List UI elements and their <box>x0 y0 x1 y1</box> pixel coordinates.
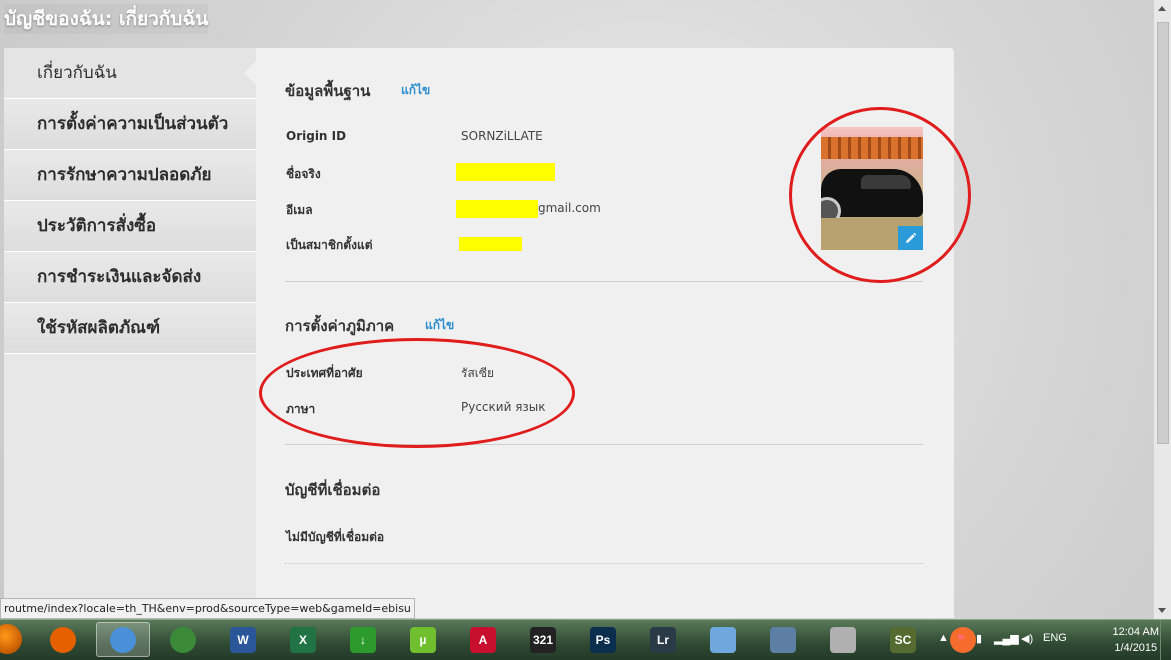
origin-id-label: Origin ID <box>286 129 347 143</box>
show-hidden-icons-icon[interactable]: ▲ <box>938 632 949 644</box>
show-desktop-button[interactable] <box>1160 620 1171 660</box>
taskbar-app-button[interactable]: Ps <box>576 622 630 657</box>
section-divider <box>285 444 923 445</box>
autocad-icon: A <box>470 626 496 653</box>
section-divider <box>285 563 923 564</box>
page-scrollbar[interactable] <box>1153 0 1171 619</box>
excel-icon: X <box>290 626 316 653</box>
firefox-icon <box>50 626 76 653</box>
origin-id-value: SORNZiLLATE <box>461 129 543 143</box>
taskbar-app-button[interactable] <box>816 622 870 657</box>
taskbar-app-button[interactable]: A <box>456 622 510 657</box>
idm-icon: ↓ <box>350 626 376 653</box>
taskbar-app-button[interactable]: Lr <box>636 622 690 657</box>
sidebar-item-label: ประวัติการสั่งซื้อ <box>37 216 157 236</box>
sidebar-item-label: การรักษาความปลอดภัย <box>37 165 212 185</box>
sidebar-item-label: การชำระเงินและจัดส่ง <box>37 267 202 287</box>
taskbar-app-button[interactable]: X <box>276 622 330 657</box>
edit-basic-info-link[interactable]: แก้ไข <box>401 81 430 100</box>
sidebar-item-privacy[interactable]: การตั้งค่าความเป็นส่วนตัว <box>4 99 256 150</box>
real-name-label: ชื่อจริง <box>286 167 321 181</box>
language-label: ภาษา <box>286 402 316 416</box>
sidebar-item-about-me[interactable]: เกี่ยวกับฉัน <box>4 48 257 99</box>
action-center-icon[interactable]: ⚑ <box>956 632 966 645</box>
chrome-icon <box>110 626 136 653</box>
language-indicator[interactable]: ENG <box>1043 632 1067 644</box>
lightroom-icon: Lr <box>650 626 676 653</box>
taskbar-app-button[interactable] <box>156 622 210 657</box>
linked-accounts-heading: บัญชีที่เชื่อมต่อ <box>285 481 381 499</box>
network-icon[interactable]: ▂▄▆ <box>994 632 1019 645</box>
windows-taskbar: W X ↓ µ A 321 Ps Lr SC ▲ ⚑ ▮ ▂▄▆ ◀) ENG 12:04 AM… <box>0 619 1171 660</box>
globe-icon <box>170 626 196 653</box>
page-title: บัญชีของฉัน: เกี่ยวกับฉัน <box>4 4 208 34</box>
country-label: ประเทศที่อาศัย <box>286 366 363 380</box>
media-player-icon: 321 <box>530 626 556 653</box>
member-since-redaction <box>459 237 522 251</box>
sidebar-item-label: เกี่ยวกับฉัน <box>37 63 117 83</box>
email-redaction <box>456 200 538 218</box>
sidebar-item-label: การตั้งค่าความเป็นส่วนตัว <box>37 114 229 134</box>
taskbar-app-button[interactable] <box>696 622 750 657</box>
device-icon[interactable]: ▮ <box>976 632 982 645</box>
scroll-down-icon[interactable] <box>1158 608 1166 613</box>
system-tray: ▲ ⚑ ▮ ▂▄▆ ◀) ENG 12:04 AM 1/4/2015 <box>926 620 1171 660</box>
volume-icon[interactable]: ◀) <box>1021 632 1033 645</box>
taskbar-app-button[interactable]: ↓ <box>336 622 390 657</box>
about-me-panel: ข้อมูลพื้นฐาน แก้ไข Origin ID SORNZiLLAT… <box>256 48 954 618</box>
email-domain-value: gmail.com <box>538 201 601 215</box>
word-icon: W <box>230 626 256 653</box>
sidebar-item-order-history[interactable]: ประวัติการสั่งซื้อ <box>4 201 256 252</box>
taskbar-app-button[interactable]: SC <box>876 622 930 657</box>
country-value: รัสเซีย <box>461 366 495 380</box>
member-since-label: เป็นสมาชิกตั้งแต่ <box>286 238 373 252</box>
taskbar-app-button[interactable] <box>756 622 810 657</box>
real-name-redaction <box>456 163 555 181</box>
no-linked-accounts-text: ไม่มีบัญชีที่เชื่อมต่อ <box>286 530 385 544</box>
taskbar-app-button[interactable]: W <box>216 622 270 657</box>
sidebar-item-label: ใช้รหัสผลิตภัณฑ์ <box>37 318 161 338</box>
taskbar-app-button[interactable]: µ <box>396 622 450 657</box>
scroll-thumb[interactable] <box>1157 22 1169 444</box>
taskbar-app-button[interactable] <box>96 622 150 657</box>
calculator-icon <box>770 626 796 653</box>
section-divider <box>285 281 923 282</box>
notepad-icon <box>710 626 736 653</box>
sidebar-item-redeem-code[interactable]: ใช้รหัสผลิตภัณฑ์ <box>4 303 256 354</box>
email-label: อีเมล <box>286 203 313 217</box>
utorrent-icon: µ <box>410 626 436 653</box>
basic-info-heading: ข้อมูลพื้นฐาน <box>285 82 371 100</box>
taskbar-clock[interactable]: 12:04 AM 1/4/2015 <box>1113 624 1159 656</box>
status-bar-url: routme/index?locale=th_TH&env=prod&sourc… <box>0 598 415 619</box>
scroll-up-icon[interactable] <box>1158 6 1166 11</box>
clock-time: 12:04 AM <box>1112 626 1159 638</box>
start-button[interactable] <box>0 624 22 654</box>
taskbar-app-button[interactable] <box>36 622 90 657</box>
sidebar-item-security[interactable]: การรักษาความปลอดภัย <box>4 150 256 201</box>
pencil-icon[interactable] <box>898 226 923 250</box>
edit-region-link[interactable]: แก้ไข <box>425 316 454 335</box>
clock-date: 1/4/2015 <box>1114 642 1158 654</box>
photoshop-icon: Ps <box>590 626 616 653</box>
language-value: Русский язык <box>461 400 546 414</box>
taskbar-app-button[interactable]: 321 <box>516 622 570 657</box>
paint-icon <box>830 626 856 653</box>
sidebar-item-payment-shipping[interactable]: การชำระเงินและจัดส่ง <box>4 252 256 303</box>
sc-app-icon: SC <box>890 626 916 653</box>
account-sidebar: เกี่ยวกับฉัน การตั้งค่าความเป็นส่วนตัว ก… <box>4 48 257 618</box>
region-settings-heading: การตั้งค่าภูมิภาค <box>285 317 395 335</box>
